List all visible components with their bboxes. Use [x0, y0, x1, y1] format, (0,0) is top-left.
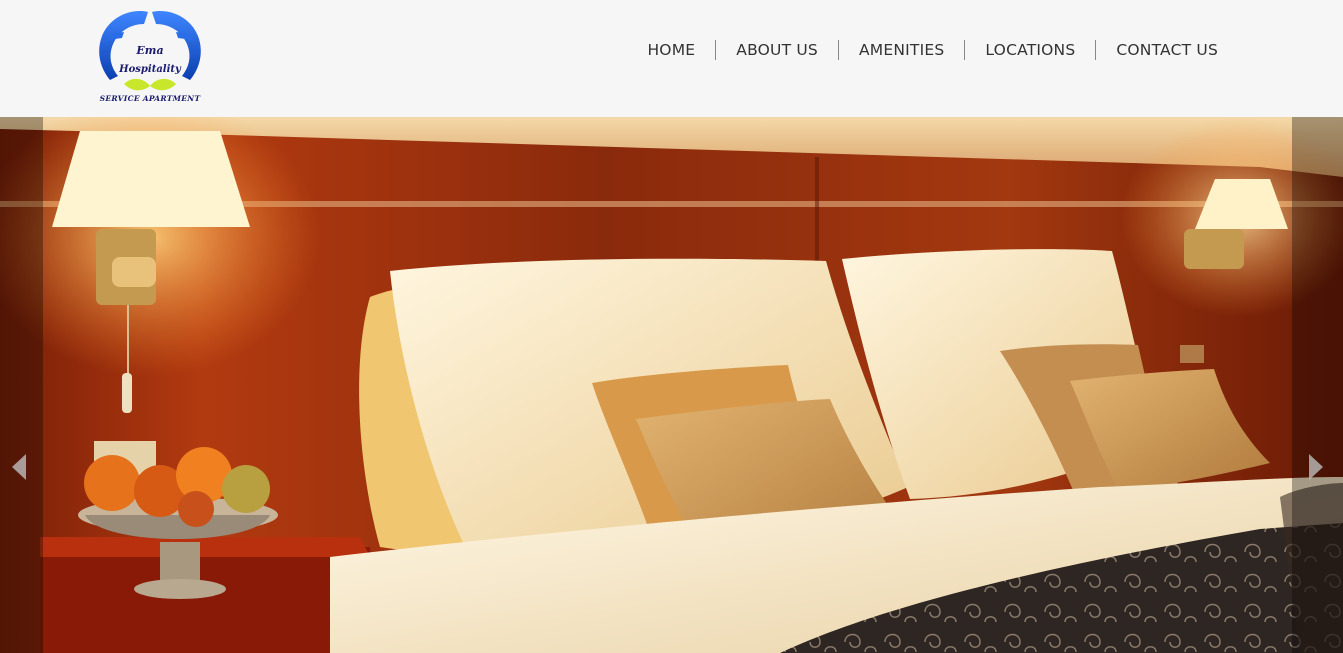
slider-left-shade — [0, 117, 43, 653]
chevron-left-icon — [12, 454, 26, 480]
nav-about-us[interactable]: ABOUT US — [716, 38, 838, 62]
slider-prev-button[interactable] — [4, 445, 34, 489]
nav-home[interactable]: HOME — [627, 38, 715, 62]
slider-next-button[interactable] — [1301, 445, 1331, 489]
nav-amenities[interactable]: AMENITIES — [839, 38, 964, 62]
brand-logo[interactable]: Ema Hospitality SERVICE APARTMENT — [96, 6, 204, 108]
hero-slider — [0, 117, 1343, 653]
nav-locations[interactable]: LOCATIONS — [965, 38, 1095, 62]
nav-contact-us[interactable]: CONTACT US — [1096, 38, 1238, 62]
hands-logo-icon: Ema Hospitality — [99, 11, 201, 91]
slider-right-shade — [1292, 117, 1343, 653]
chevron-right-icon — [1309, 454, 1323, 480]
brand-name-line1: Ema — [135, 44, 163, 57]
brand-tagline: SERVICE APARTMENT — [99, 94, 201, 103]
hero-bedroom-image — [0, 117, 1343, 653]
brand-name-line2: Hospitality — [118, 64, 182, 75]
site-header: Ema Hospitality SERVICE APARTMENT HOME A… — [0, 0, 1343, 117]
main-nav: HOME ABOUT US AMENITIES LOCATIONS CONTAC… — [627, 38, 1238, 62]
